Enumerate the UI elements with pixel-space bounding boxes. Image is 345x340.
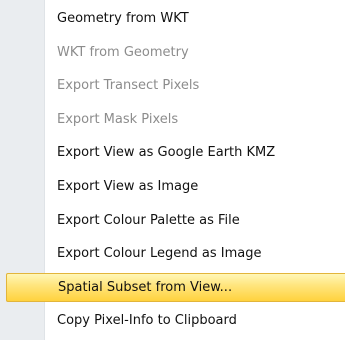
menu-item-export-mask-pixels: Export Mask Pixels (57, 111, 179, 127)
menu-item-export-view-kmz[interactable]: Export View as Google Earth KMZ (0, 136, 345, 170)
menu-item-export-colour-palette[interactable]: Export Colour Palette as File (0, 204, 345, 238)
context-menu: Geometry from WKT WKT from Geometry Expo… (0, 0, 345, 340)
menu-item-copy-pixel-info[interactable]: Copy Pixel-Info to Clipboard (0, 304, 345, 338)
menu-item-geometry-from-wkt[interactable]: Geometry from WKT (0, 2, 345, 36)
menu-item-export-view-image[interactable]: Export View as Image (0, 170, 345, 204)
menu-item-export-colour-legend[interactable]: Export Colour Legend as Image (0, 237, 345, 271)
menu-item-export-transect-pixels: Export Transect Pixels (57, 78, 200, 94)
menu-item-spatial-subset[interactable]: Spatial Subset from View... (6, 272, 345, 302)
menu-item-list: Geometry from WKT WKT from Geometry Expo… (0, 2, 345, 338)
menu-item-wkt-from-geometry: WKT from Geometry (57, 44, 189, 60)
